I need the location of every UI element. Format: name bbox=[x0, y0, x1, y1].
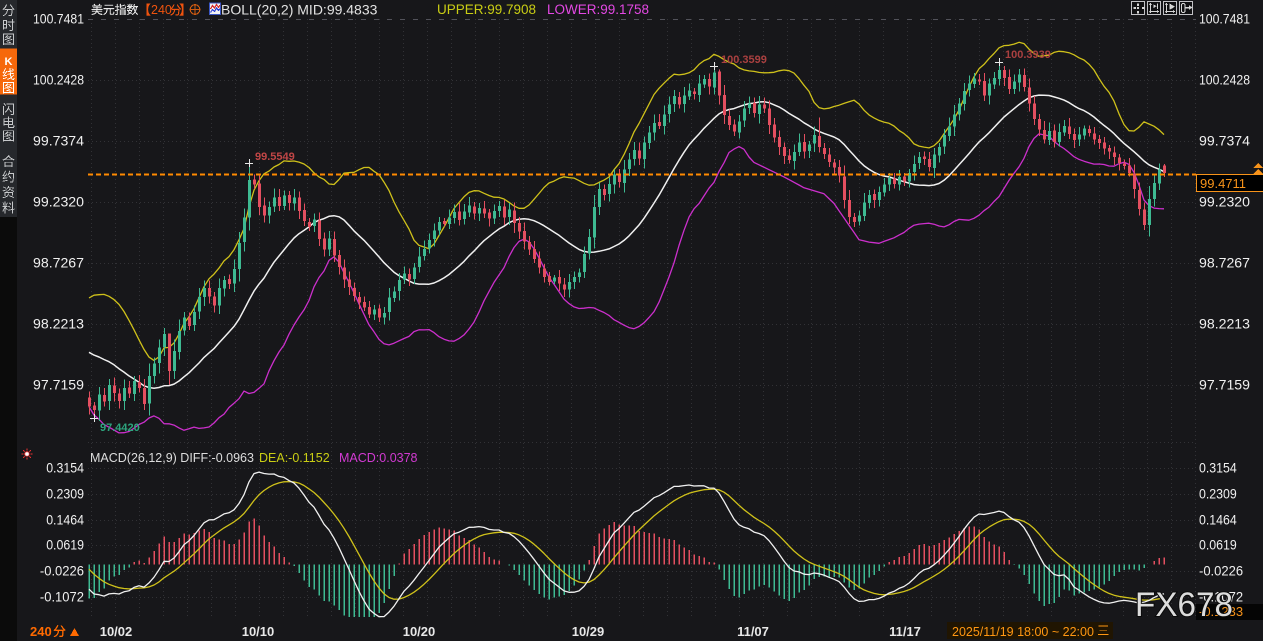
svg-text:0.0619: 0.0619 bbox=[1199, 538, 1237, 553]
svg-text:0.0619: 0.0619 bbox=[46, 538, 84, 553]
svg-text:UPPER:99.7908: UPPER:99.7908 bbox=[437, 2, 536, 17]
svg-text:100.2428: 100.2428 bbox=[1199, 73, 1250, 88]
svg-text:240: 240 bbox=[151, 3, 172, 17]
svg-text:0.2309: 0.2309 bbox=[1199, 487, 1237, 502]
svg-text:LOWER:99.1758: LOWER:99.1758 bbox=[547, 2, 649, 17]
svg-text:100.2428: 100.2428 bbox=[33, 73, 84, 88]
svg-text:100.7481: 100.7481 bbox=[33, 12, 84, 27]
svg-text:100.3599: 100.3599 bbox=[721, 54, 767, 66]
svg-text:99.2320: 99.2320 bbox=[1199, 195, 1250, 210]
svg-text:99.7374: 99.7374 bbox=[1199, 134, 1251, 149]
svg-text:240: 240 bbox=[30, 624, 52, 639]
svg-text:98.7267: 98.7267 bbox=[33, 256, 84, 271]
svg-text:-0.1072: -0.1072 bbox=[40, 590, 84, 605]
svg-text:11/07: 11/07 bbox=[737, 624, 769, 639]
svg-text:100.3939: 100.3939 bbox=[1005, 49, 1051, 61]
svg-text:97.7159: 97.7159 bbox=[1199, 378, 1250, 393]
svg-text:10/20: 10/20 bbox=[403, 624, 436, 639]
svg-text:0.1464: 0.1464 bbox=[1199, 513, 1237, 528]
svg-text:97.7159: 97.7159 bbox=[33, 378, 84, 393]
svg-text:99.2320: 99.2320 bbox=[33, 195, 84, 210]
svg-text:0.1464: 0.1464 bbox=[46, 513, 84, 528]
svg-text:K: K bbox=[5, 56, 13, 68]
svg-text:99.7374: 99.7374 bbox=[33, 134, 84, 149]
svg-text:MACD:0.0378: MACD:0.0378 bbox=[339, 451, 418, 465]
svg-text:0.3154: 0.3154 bbox=[46, 461, 84, 476]
svg-text:DEA:-0.1152: DEA:-0.1152 bbox=[259, 451, 330, 465]
svg-text:10/29: 10/29 bbox=[572, 624, 605, 639]
svg-text:97.4420: 97.4420 bbox=[100, 422, 140, 434]
svg-text:FX678: FX678 bbox=[1135, 586, 1233, 624]
svg-text:98.7267: 98.7267 bbox=[1199, 256, 1250, 271]
svg-text:99.5549: 99.5549 bbox=[255, 151, 295, 163]
svg-text:10/02: 10/02 bbox=[100, 624, 133, 639]
svg-text:MACD(26,12,9) DIFF:-0.0963: MACD(26,12,9) DIFF:-0.0963 bbox=[90, 451, 254, 465]
svg-text:10/10: 10/10 bbox=[242, 624, 275, 639]
svg-text:0.2309: 0.2309 bbox=[46, 487, 84, 502]
svg-text:2025/11/19 18:00 ~ 22:00: 2025/11/19 18:00 ~ 22:00 bbox=[952, 625, 1094, 639]
svg-text:0.3154: 0.3154 bbox=[1199, 461, 1237, 476]
svg-text:-0.0226: -0.0226 bbox=[1199, 564, 1243, 579]
svg-text:99.4711: 99.4711 bbox=[1200, 176, 1246, 191]
svg-text:98.2213: 98.2213 bbox=[33, 317, 84, 332]
svg-text:98.2213: 98.2213 bbox=[1199, 317, 1250, 332]
svg-text:BOLL(20,2) MID:99.4833: BOLL(20,2) MID:99.4833 bbox=[221, 2, 378, 18]
svg-text:-0.0226: -0.0226 bbox=[40, 564, 84, 579]
svg-text:11/17: 11/17 bbox=[889, 624, 921, 639]
svg-text:100.7481: 100.7481 bbox=[1199, 12, 1250, 27]
